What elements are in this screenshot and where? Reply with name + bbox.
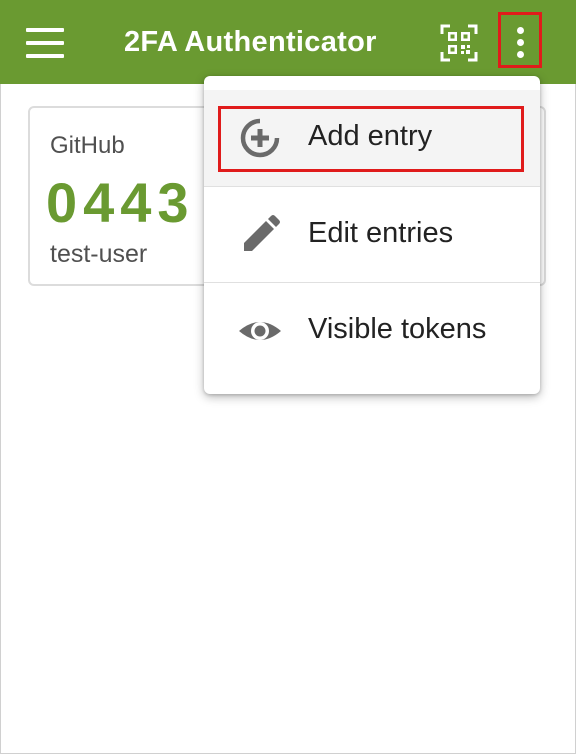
overflow-menu: Add entry Edit entries Visible tokens	[204, 76, 540, 394]
token-code: 0443	[46, 171, 195, 234]
qr-code-scan-icon[interactable]	[440, 24, 478, 62]
hamburger-menu-icon[interactable]	[26, 26, 66, 58]
menu-item-label: Edit entries	[308, 217, 454, 249]
more-options-button[interactable]	[498, 12, 542, 68]
eye-icon	[238, 309, 282, 353]
menu-item-label: Add entry	[308, 120, 433, 152]
menu-item-label: Visible tokens	[308, 313, 487, 345]
menu-item-add-entry[interactable]: Add entry	[204, 90, 540, 186]
pencil-icon	[238, 213, 282, 257]
token-issuer: GitHub	[50, 132, 125, 159]
menu-item-visible-tokens[interactable]: Visible tokens	[204, 282, 540, 379]
app-bar: 2FA Authenticator	[0, 0, 576, 84]
add-circle-icon	[238, 116, 282, 160]
token-account: test-user	[50, 240, 148, 268]
menu-item-edit-entries[interactable]: Edit entries	[204, 186, 540, 283]
app-title: 2FA Authenticator	[124, 26, 377, 58]
